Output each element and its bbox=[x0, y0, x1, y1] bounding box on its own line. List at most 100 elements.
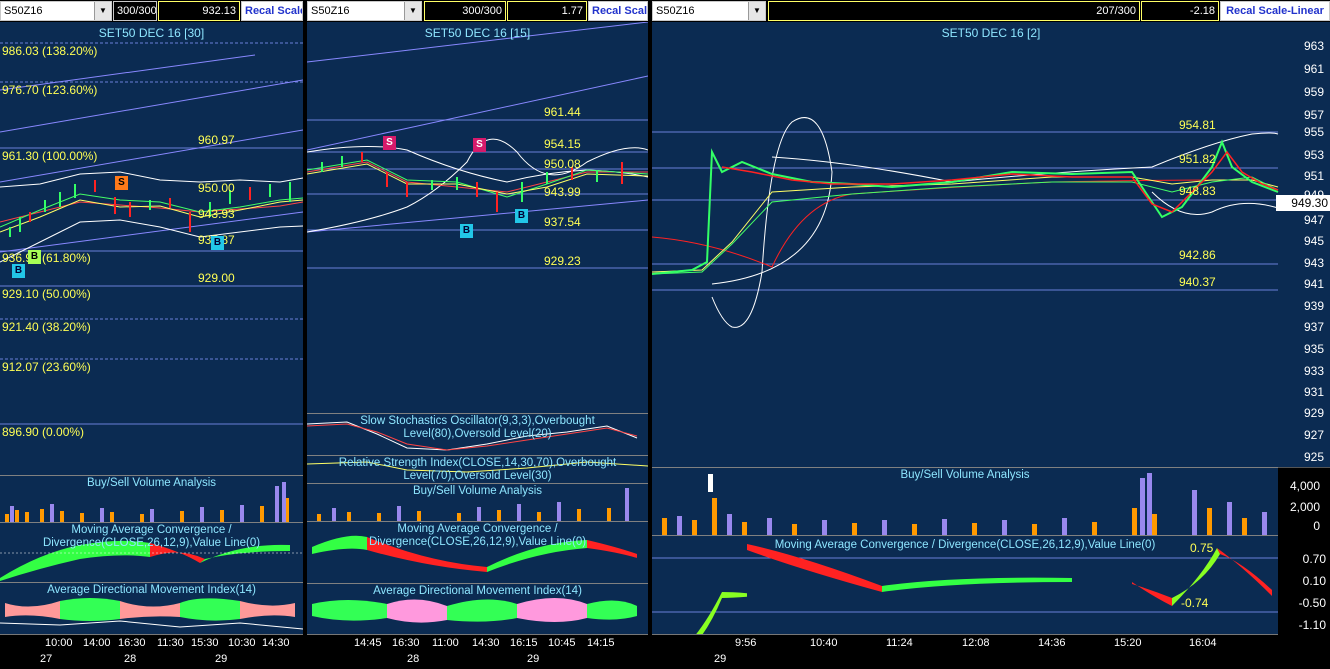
y-axis-label: 927 bbox=[1303, 428, 1324, 442]
price-readout: 1.77 bbox=[507, 1, 587, 21]
volume-axis-label: 2,000 bbox=[1289, 500, 1320, 514]
price-chart[interactable] bbox=[307, 22, 648, 414]
buy-signal-marker[interactable]: B bbox=[12, 264, 25, 278]
sell-signal-marker[interactable]: S bbox=[383, 136, 396, 150]
y-axis-label: 937 bbox=[1303, 320, 1324, 334]
y-axis-label: 947 bbox=[1303, 213, 1324, 227]
price-chart-svg bbox=[652, 117, 1279, 328]
time-label: 16:30 bbox=[118, 637, 146, 649]
sell-signal-marker[interactable]: S bbox=[473, 138, 486, 152]
stochastic-subchart[interactable]: Slow Stochastics Oscillator(9,3,3),Overb… bbox=[307, 413, 648, 456]
recal-scale-button[interactable]: Recal Scale bbox=[241, 1, 303, 21]
price-level: 954.81 bbox=[1179, 118, 1216, 132]
macd-subchart[interactable]: Moving Average Convergence / Divergence(… bbox=[307, 521, 648, 584]
symbol-select[interactable]: S50Z16 ▼ bbox=[0, 1, 112, 21]
macd-subchart[interactable]: Moving Average Convergence / Divergence(… bbox=[652, 535, 1278, 636]
time-axis: 10:00 14:00 16:30 11:30 15:30 10:30 14:3… bbox=[0, 634, 303, 669]
y-axis-label: 931 bbox=[1303, 385, 1324, 399]
price-level: 943.99 bbox=[544, 185, 581, 199]
y-axis-label: 957 bbox=[1303, 108, 1324, 122]
recal-scale-linear-button[interactable]: Recal Scale-Linear bbox=[1220, 1, 1330, 21]
symbol-select[interactable]: S50Z16 ▼ bbox=[652, 1, 766, 21]
y-axis-label: 951 bbox=[1303, 169, 1324, 183]
date-label: 27 bbox=[40, 653, 53, 665]
time-label: 16:30 bbox=[392, 637, 420, 649]
time-label: 10:45 bbox=[548, 637, 576, 649]
fib-level: 929.10 (50.00%) bbox=[2, 287, 91, 301]
chevron-down-icon[interactable]: ▼ bbox=[404, 2, 421, 20]
time-label: 15:30 bbox=[191, 637, 219, 649]
subchart-title: Moving Average Convergence / Divergence(… bbox=[42, 524, 261, 549]
adx-subchart[interactable]: Average Directional Movement Index(14) bbox=[0, 582, 303, 636]
price-chart-svg bbox=[307, 22, 648, 269]
fib-level: 896.90 (0.00%) bbox=[2, 425, 85, 439]
y-axis-label: 925 bbox=[1303, 450, 1324, 464]
fib-level: 961.30 (100.00%) bbox=[2, 149, 98, 163]
toolbar: S50Z16 ▼ 300/300 932.13 Recal Scale bbox=[0, 0, 303, 22]
time-label: 14:15 bbox=[587, 637, 615, 649]
subchart-title: Relative Strength Index(CLOSE,14,30,70),… bbox=[338, 457, 617, 482]
bars-count: 300/300 bbox=[424, 1, 506, 21]
time-label: 11:00 bbox=[432, 637, 459, 649]
subchart-title: Average Directional Movement Index(14) bbox=[373, 585, 582, 597]
buy-signal-marker[interactable]: B bbox=[28, 250, 41, 264]
chevron-down-icon[interactable]: ▼ bbox=[748, 2, 765, 20]
price-level: 942.86 bbox=[1179, 248, 1216, 262]
volume-subchart[interactable]: Buy/Sell Volume Analysis bbox=[652, 467, 1278, 536]
rsi-subchart[interactable]: Relative Strength Index(CLOSE,14,30,70),… bbox=[307, 455, 648, 484]
price-readout: -2.18 bbox=[1141, 1, 1219, 21]
date-label: 29 bbox=[714, 653, 727, 665]
chevron-down-icon[interactable]: ▼ bbox=[94, 2, 111, 20]
macd-subchart[interactable]: Moving Average Convergence / Divergence(… bbox=[0, 522, 303, 583]
time-label: 14:36 bbox=[1038, 637, 1066, 649]
price-level: 940.37 bbox=[1179, 275, 1216, 289]
volume-subchart[interactable]: Buy/Sell Volume Analysis bbox=[307, 483, 648, 522]
price-level: 943.93 bbox=[198, 207, 235, 221]
time-label: 16:04 bbox=[1189, 637, 1217, 649]
buy-signal-marker[interactable]: B bbox=[211, 236, 224, 250]
price-readout: 932.13 bbox=[158, 1, 240, 21]
subchart-title: Moving Average Convergence / Divergence(… bbox=[368, 523, 587, 548]
subchart-title: Buy/Sell Volume Analysis bbox=[900, 469, 1030, 481]
volume-axis-label: 4,000 bbox=[1289, 479, 1320, 493]
symbol-value: S50Z16 bbox=[4, 5, 43, 17]
y-axis-label: 953 bbox=[1303, 148, 1324, 162]
adx-subchart[interactable]: Average Directional Movement Index(14) bbox=[307, 583, 648, 636]
price-level: 937.54 bbox=[544, 215, 581, 229]
y-axis-label: 955 bbox=[1303, 125, 1324, 139]
y-axis-label: 935 bbox=[1303, 342, 1324, 356]
y-axis-label: 943 bbox=[1303, 256, 1324, 270]
symbol-select[interactable]: S50Z16 ▼ bbox=[307, 1, 422, 21]
bars-count: 300/300 bbox=[113, 1, 157, 21]
fib-level: 921.40 (38.20%) bbox=[2, 320, 91, 334]
macd-axis-label: 0.10 bbox=[1302, 574, 1326, 588]
subchart-title: Buy/Sell Volume Analysis bbox=[86, 477, 217, 489]
y-axis-label: 929 bbox=[1303, 406, 1324, 420]
fib-level: 936.93 (61.80%) bbox=[2, 251, 91, 265]
volume-subchart[interactable]: Buy/Sell Volume Analysis bbox=[0, 475, 303, 523]
date-label: 29 bbox=[527, 653, 540, 665]
y-axis-label: 945 bbox=[1303, 234, 1324, 248]
time-label: 9:56 bbox=[735, 637, 757, 649]
toolbar: S50Z16 ▼ 300/300 1.77 Recal Scale bbox=[307, 0, 648, 22]
recal-scale-button[interactable]: Recal Scale bbox=[588, 1, 648, 21]
buy-signal-marker[interactable]: B bbox=[515, 209, 528, 223]
y-axis-label: 933 bbox=[1303, 364, 1324, 378]
subchart-title: Moving Average Convergence / Divergence(… bbox=[774, 539, 1156, 551]
macd-axis-label: -0.50 bbox=[1298, 596, 1326, 610]
macd-axis-label: 0.70 bbox=[1302, 552, 1326, 566]
volume-axis-label: 0 bbox=[1313, 519, 1320, 533]
sell-signal-marker[interactable]: S bbox=[115, 176, 128, 190]
price-level: 948.83 bbox=[1179, 184, 1216, 198]
chart-panel-15: S50Z16 ▼ 300/300 1.77 Recal Scale SET50 … bbox=[307, 0, 648, 669]
time-label: 14:30 bbox=[472, 637, 500, 649]
y-axis-label: 941 bbox=[1303, 277, 1324, 291]
time-label: 14:00 bbox=[83, 637, 111, 649]
time-label: 11:30 bbox=[157, 637, 184, 649]
price-chart[interactable] bbox=[652, 22, 1330, 468]
chart-title: SET50 DEC 16 [30] bbox=[98, 26, 205, 40]
time-label: 14:45 bbox=[354, 637, 382, 649]
buy-signal-marker[interactable]: B bbox=[460, 224, 473, 238]
bars-count: 207/300 bbox=[768, 1, 1140, 21]
fib-level: 986.03 (138.20%) bbox=[2, 44, 98, 58]
